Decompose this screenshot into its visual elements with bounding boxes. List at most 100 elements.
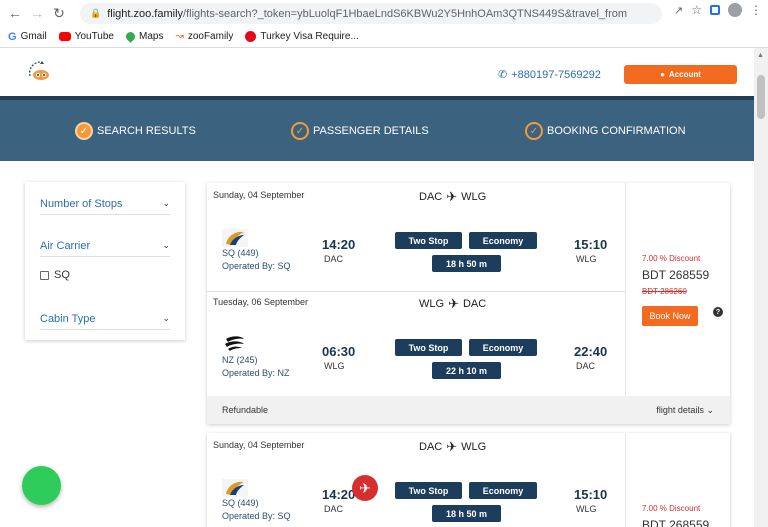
segment-date: Tuesday, 06 September — [213, 297, 309, 307]
bookmarks-bar: G Gmail YouTube Maps ↝ zooFamily Turkey … — [0, 26, 768, 48]
step-search-results: ✓ SEARCH RESULTS — [75, 122, 196, 140]
scroll-thumb[interactable] — [757, 75, 765, 119]
bookmark-gmail[interactable]: G Gmail — [8, 31, 47, 43]
refundable-label: Refundable — [222, 405, 269, 415]
url-text: flight.zoo.family/flights-search?_token=… — [107, 7, 628, 20]
cabin-badge: Economy — [469, 339, 537, 356]
flight-details-toggle[interactable]: flight details ⌄ — [656, 405, 714, 416]
step-passenger-details: ✓ PASSENGER DETAILS — [291, 122, 429, 140]
address-bar[interactable]: 🔒 flight.zoo.family/flights-search?_toke… — [80, 3, 662, 24]
flight-result-card: Sunday, 04 September DAC ✈ WLG SQ (449) … — [207, 433, 730, 527]
check-circle-icon: ✓ — [75, 122, 93, 140]
lock-icon: 🔒 — [90, 8, 102, 18]
operated-by: Operated By: NZ — [222, 368, 290, 378]
departure-airport: DAC — [324, 504, 344, 514]
checkbox[interactable] — [40, 270, 49, 280]
reload-icon[interactable]: ↻ — [48, 2, 70, 24]
departure-time: 14:20 — [322, 487, 356, 502]
flight-segment-outbound: Sunday, 04 September DAC ✈ WLG SQ (449) … — [207, 183, 625, 290]
duration-badge: 22 h 10 m — [432, 362, 501, 379]
phone-link[interactable]: ✆ +880197-7569292 — [498, 68, 601, 82]
price: BDT 268559 — [642, 268, 710, 282]
google-icon: G — [8, 30, 17, 43]
operated-by: Operated By: SQ — [222, 511, 291, 521]
airplane-icon: ✈ — [359, 479, 371, 496]
discount-label: 7.00 % Discount — [642, 254, 701, 263]
bookmark-zoofamily[interactable]: ↝ zooFamily — [175, 31, 233, 42]
price-panel: 7.00 % Discount BDT 268559 — [625, 433, 730, 527]
check-circle-icon: ✓ — [525, 122, 543, 140]
filter-air-carrier[interactable]: Air Carrier ⌄ — [40, 235, 170, 257]
departure-airport: WLG — [324, 361, 345, 371]
departure-time: 06:30 — [322, 344, 356, 359]
bookmark-maps[interactable]: Maps — [124, 30, 163, 43]
price: BDT 268559 — [642, 518, 710, 527]
turkey-flag-icon — [245, 31, 257, 42]
chevron-down-icon: ⌄ — [162, 240, 170, 250]
maps-pin-icon — [124, 30, 137, 43]
arrival-time: 22:40 — [574, 344, 608, 359]
filter-cabin-type[interactable]: Cabin Type ⌄ — [40, 308, 170, 330]
flight-result-card: Sunday, 04 September DAC ✈ WLG SQ (449) … — [207, 183, 730, 424]
chevron-down-icon: ⌄ — [706, 405, 714, 415]
operated-by: Operated By: SQ — [222, 261, 291, 271]
flight-number: SQ (449) — [222, 248, 259, 258]
menu-icon[interactable]: ⋮ — [750, 3, 762, 17]
cabin-badge: Economy — [469, 482, 537, 499]
discount-label: 7.00 % Discount — [642, 504, 701, 513]
star-icon[interactable]: ☆ — [691, 3, 702, 17]
youtube-icon — [58, 32, 71, 41]
back-icon[interactable]: ← — [4, 2, 26, 24]
site-header: ✆ +880197-7569292 ● Account — [0, 48, 754, 96]
filter-number-of-stops[interactable]: Number of Stops ⌄ — [40, 193, 170, 215]
original-price: BDT 286260 — [642, 287, 687, 296]
flight-number: SQ (449) — [222, 498, 259, 508]
page-scrollbar[interactable]: ▲ — [754, 48, 768, 527]
airplane-icon: ✈ — [446, 439, 458, 454]
extension-icon[interactable] — [710, 5, 720, 15]
arrival-airport: DAC — [576, 361, 596, 371]
singapore-airlines-logo — [222, 229, 248, 247]
departure-airport: DAC — [324, 254, 344, 264]
arrival-airport: WLG — [576, 504, 597, 514]
arrival-time: 15:10 — [574, 237, 608, 252]
duration-badge: 18 h 50 m — [432, 505, 501, 522]
profile-icon[interactable] — [728, 3, 742, 17]
arrival-time: 15:10 — [574, 487, 608, 502]
flight-fab-button[interactable]: ✈ — [352, 475, 378, 501]
filter-panel: Number of Stops ⌄ Air Carrier ⌄ SQ Cabin… — [25, 182, 185, 340]
check-circle-icon: ✓ — [291, 122, 309, 140]
book-now-button[interactable]: Book Now — [642, 306, 698, 326]
segment-route: DAC ✈ WLG — [419, 189, 487, 204]
segment-route: WLG ✈ DAC — [419, 296, 487, 311]
share-icon[interactable]: ↗ — [674, 4, 683, 17]
carrier-option-sq[interactable]: SQ — [40, 269, 70, 281]
help-icon[interactable]: ? — [713, 307, 723, 317]
chat-fab-button[interactable] — [22, 466, 61, 505]
card-footer: Refundable flight details ⌄ — [207, 396, 730, 424]
flight-number: NZ (245) — [222, 355, 258, 365]
booking-steps: ✓ SEARCH RESULTS ✓ PASSENGER DETAILS ✓ B… — [0, 96, 754, 161]
zoofamily-icon: ↝ — [175, 31, 184, 42]
stops-badge: Two Stop — [395, 339, 462, 356]
chevron-down-icon: ⌄ — [162, 313, 170, 323]
browser-toolbar: ← → ↻ 🔒 flight.zoo.family/flights-search… — [0, 0, 768, 26]
arrival-airport: WLG — [576, 254, 597, 264]
phone-icon: ✆ — [498, 69, 508, 81]
cabin-badge: Economy — [469, 232, 537, 249]
air-new-zealand-logo — [225, 336, 244, 351]
forward-icon[interactable]: → — [26, 2, 48, 24]
zoo-family-logo[interactable] — [26, 58, 54, 86]
scroll-up-icon[interactable]: ▲ — [757, 52, 764, 59]
stops-badge: Two Stop — [395, 482, 462, 499]
flight-segment-return: Tuesday, 06 September WLG ✈ DAC NZ (245)… — [207, 290, 625, 397]
segment-date: Sunday, 04 September — [213, 190, 305, 200]
segment-date: Sunday, 04 September — [213, 440, 305, 450]
step-booking-confirmation: ✓ BOOKING CONFIRMATION — [525, 122, 686, 140]
account-button[interactable]: ● Account — [624, 65, 737, 84]
bookmark-turkey-visa[interactable]: Turkey Visa Require... — [245, 31, 359, 42]
chevron-down-icon: ⌄ — [162, 198, 170, 208]
bookmark-youtube[interactable]: YouTube — [58, 31, 114, 42]
singapore-airlines-logo — [222, 479, 248, 497]
stops-badge: Two Stop — [395, 232, 462, 249]
